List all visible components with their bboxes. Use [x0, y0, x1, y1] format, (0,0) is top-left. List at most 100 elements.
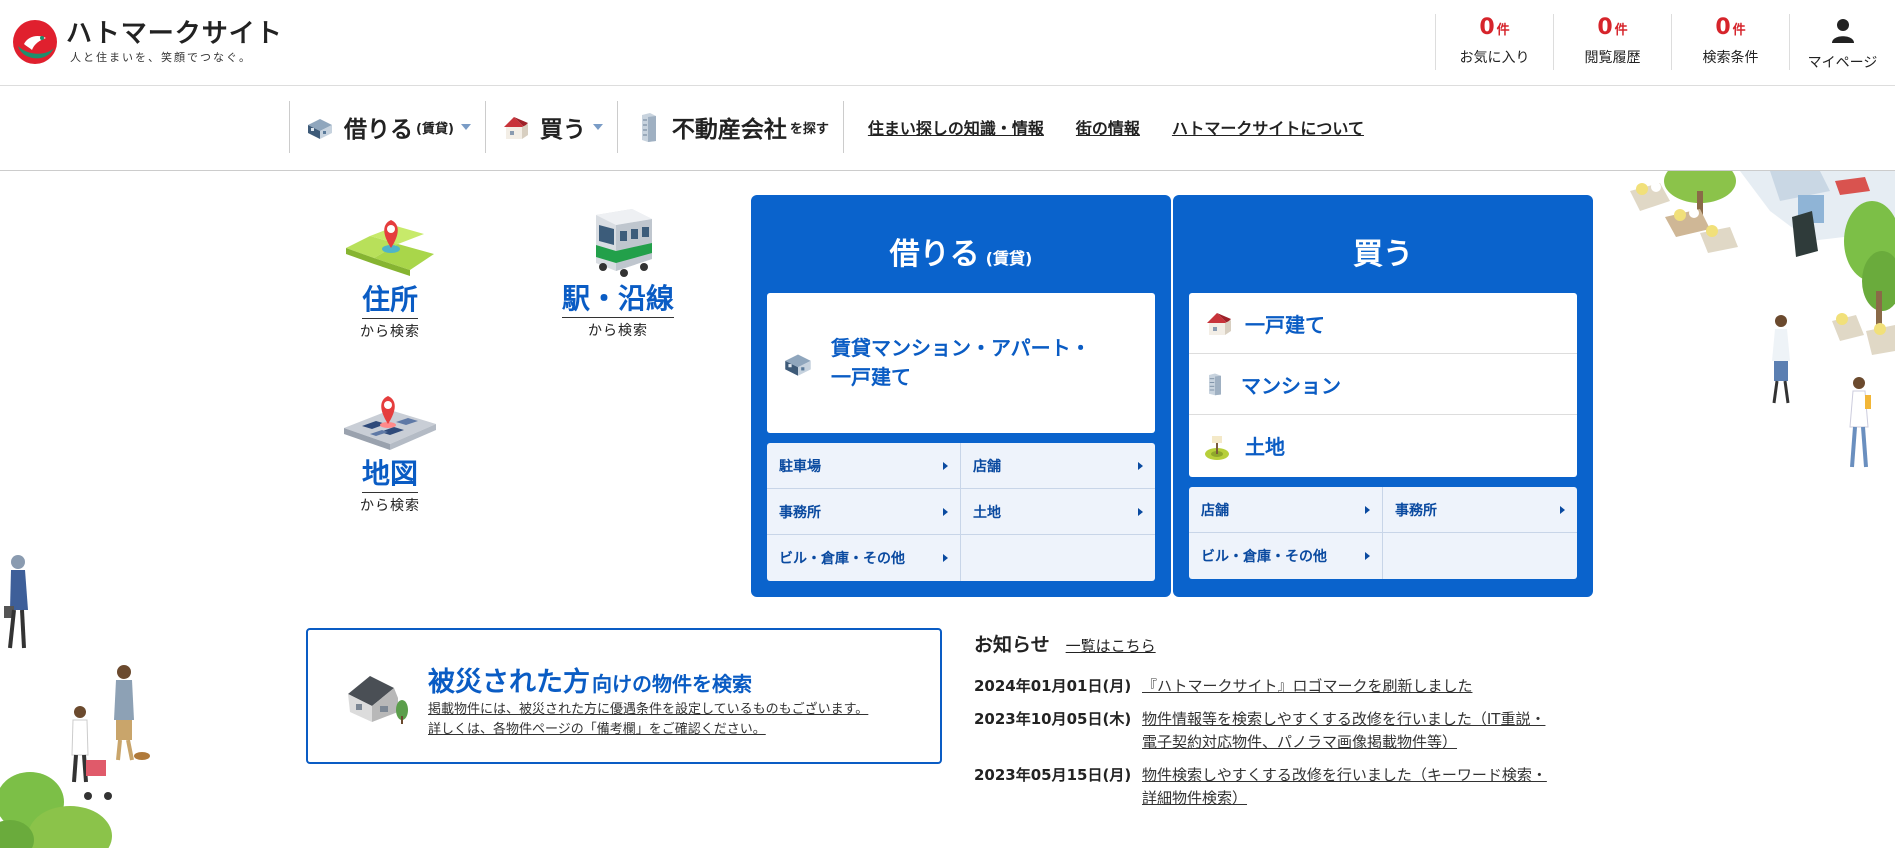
nav-rent-sub: (賃貸) — [416, 121, 454, 137]
buy-land-label: 土地 — [1245, 435, 1285, 459]
search-by-address[interactable]: 住所 から検索 — [330, 208, 450, 341]
news-item: 2023年05月15日(月) 物件検索しやすくする改修を行いました（キーワード検… — [974, 764, 1594, 810]
rent-panel-title-text: 借りる — [889, 237, 980, 272]
rent-office-link[interactable]: 事務所 — [767, 489, 961, 535]
map-search-sub: から検索 — [360, 498, 420, 514]
buy-office-link[interactable]: 事務所 — [1383, 487, 1577, 533]
train-icon — [596, 209, 652, 277]
buy-store-label: 店舗 — [1201, 502, 1229, 519]
arrow-right-icon — [943, 461, 948, 470]
site-header: ハトマークサイト 人と住まいを、笑顔でつなぐ。 0件 お気に入り 0件 閲覧履歴… — [0, 0, 1895, 86]
news-date: 2024年01月01日(月) — [974, 677, 1132, 695]
news-all-link[interactable]: 一覧はこちら — [1066, 635, 1156, 656]
map-pin-icon — [344, 396, 436, 450]
nav-text-links: 住まい探しの知識・情報 街の情報 ハトマークサイトについて — [868, 115, 1396, 139]
search-by-station[interactable]: 駅・沿線 から検索 — [556, 205, 680, 340]
station-search-label: 駅・沿線 — [561, 281, 674, 318]
buy-land-link[interactable]: 土地 — [1189, 415, 1577, 476]
buy-building-other-label: ビル・倉庫・その他 — [1201, 549, 1327, 565]
disaster-title: 被災された方 向けの物件を検索 — [428, 660, 752, 699]
disaster-desc-line1: 掲載物件には、被災された方に優遇条件を設定しているものもございます。 — [428, 702, 869, 717]
saved-search-label: 検索条件 — [1702, 50, 1759, 66]
rent-land-link[interactable]: 土地 — [961, 489, 1155, 535]
disaster-search-banner[interactable]: 被災された方 向けの物件を検索 掲載物件には、被災された方に優遇条件を設定している… — [306, 628, 942, 764]
hatomark-logo-icon — [13, 20, 57, 64]
nav-rent-label: 借りる — [344, 117, 413, 143]
saved-search-count: 0 — [1715, 15, 1731, 40]
rent-residential-line1: 賃貸マンション・アパート・ — [831, 336, 1091, 360]
address-search-sub: から検索 — [360, 324, 420, 340]
search-by-map[interactable]: 地図 から検索 — [330, 382, 450, 515]
disaster-description: 掲載物件には、被災された方に優遇条件を設定しているものもございます。 詳しくは、… — [428, 700, 868, 740]
buy-mansion-label: マンション — [1241, 373, 1341, 398]
buy-office-label: 事務所 — [1395, 502, 1437, 519]
station-search-sub: から検索 — [588, 323, 648, 339]
rent-residential-line2: 一戸建て — [831, 365, 911, 389]
count-unit: 件 — [1496, 23, 1510, 38]
chevron-down-icon — [592, 124, 603, 130]
rent-parking-label: 駐車場 — [779, 458, 821, 475]
street-illustration — [1630, 171, 1895, 468]
house-icon — [503, 117, 528, 139]
buy-house-label: 一戸建て — [1245, 312, 1325, 337]
favorites-counter[interactable]: 0件 お気に入り — [1435, 14, 1553, 70]
address-search-label: 住所 — [361, 282, 418, 319]
nav-company-search[interactable]: 不動産会社 を探す — [616, 101, 844, 153]
count-unit: 件 — [1732, 23, 1746, 38]
news-date: 2023年05月15日(月) — [974, 766, 1132, 784]
count-unit: 件 — [1614, 23, 1628, 38]
news-text-line1: 『ハトマークサイト』ロゴマークを刷新しました — [1142, 677, 1473, 695]
favorites-count: 0 — [1479, 15, 1495, 40]
buy-main-list: 一戸建て マンション 土地 — [1189, 293, 1577, 477]
disaster-desc-line2: 詳しくは、各物件ページの「備考欄」をご確認ください。 — [428, 722, 766, 737]
buy-store-link[interactable]: 店舗 — [1189, 487, 1383, 533]
favorites-label: お気に入り — [1459, 50, 1530, 66]
mypage-label: マイページ — [1807, 55, 1878, 71]
address-pin-map-icon — [346, 220, 434, 276]
news-text-line1: 物件検索しやすくする改修を行いました（キーワード検索・ — [1142, 766, 1547, 784]
buy-house-link[interactable]: 一戸建て — [1189, 293, 1577, 354]
nav-link-town-info[interactable]: 街の情報 — [1076, 115, 1140, 139]
site-logo[interactable]: ハトマークサイト 人と住まいを、笑顔でつなぐ。 — [12, 18, 283, 66]
rent-parking-link[interactable]: 駐車場 — [767, 443, 961, 489]
rent-panel: 借りる (賃貸) 賃貸マンション・アパート・ 一戸建て 駐車場 店舗 事務所 土地… — [751, 195, 1171, 597]
news-link[interactable]: 物件情報等を検索しやすくする改修を行いました（IT重説・ 電子契約対応物件、パノ… — [1142, 708, 1545, 754]
arrow-right-icon — [1560, 505, 1565, 514]
arrow-right-icon — [1138, 507, 1143, 516]
rent-building-other-link[interactable]: ビル・倉庫・その他 — [767, 535, 961, 581]
rent-land-label: 土地 — [973, 504, 1001, 521]
rent-office-label: 事務所 — [779, 504, 821, 521]
office-building-icon — [1209, 373, 1221, 396]
disaster-title-main: 被災された方 — [428, 667, 590, 698]
apartment-icon — [785, 354, 811, 376]
rent-store-link[interactable]: 店舗 — [961, 443, 1155, 489]
rent-empty-cell — [961, 535, 1155, 581]
news-link[interactable]: 物件検索しやすくする改修を行いました（キーワード検索・ 詳細物件検索） — [1142, 764, 1547, 810]
buy-panel-title: 買う — [1353, 237, 1413, 272]
header-counters: 0件 お気に入り 0件 閲覧履歴 0件 検索条件 マイページ — [1435, 14, 1895, 71]
nav-buy-menu[interactable]: 買う — [484, 101, 617, 153]
rent-residential-button[interactable]: 賃貸マンション・アパート・ 一戸建て — [767, 293, 1155, 433]
news-item: 2024年01月01日(月) 『ハトマークサイト』ロゴマークを刷新しました — [974, 675, 1594, 698]
nav-link-knowledge[interactable]: 住まい探しの知識・情報 — [868, 115, 1044, 139]
nav-rent-menu[interactable]: 借りる (賃貸) — [289, 101, 485, 153]
news-text-line1: 物件情報等を検索しやすくする改修を行いました（IT重説・ — [1142, 710, 1546, 728]
buy-panel: 買う 一戸建て マンション 土地 店舗 事務所 ビル・倉庫・その他 — [1173, 195, 1593, 597]
mypage-button[interactable]: マイページ — [1789, 14, 1895, 71]
rent-panel-title-sub: (賃貸) — [985, 249, 1033, 268]
map-search-label: 地図 — [361, 456, 418, 493]
nav-buy-label: 買う — [539, 117, 586, 143]
nav-link-about[interactable]: ハトマークサイトについて — [1172, 115, 1364, 139]
rent-sub-categories: 駐車場 店舗 事務所 土地 ビル・倉庫・その他 — [767, 443, 1155, 581]
news-title: お知らせ — [974, 634, 1050, 656]
news-link[interactable]: 『ハトマークサイト』ロゴマークを刷新しました — [1142, 675, 1472, 698]
arrow-right-icon — [1138, 461, 1143, 470]
user-icon — [1831, 19, 1854, 43]
saved-search-counter[interactable]: 0件 検索条件 — [1671, 14, 1789, 70]
buy-mansion-link[interactable]: マンション — [1189, 354, 1577, 415]
arrow-right-icon — [943, 554, 948, 562]
buy-sub-categories: 店舗 事務所 ビル・倉庫・その他 — [1189, 487, 1577, 579]
buy-building-other-link[interactable]: ビル・倉庫・その他 — [1189, 533, 1383, 579]
news-section: お知らせ 一覧はこちら 2024年01月01日(月) 『ハトマークサイト』ロゴマ… — [974, 630, 1594, 810]
history-counter[interactable]: 0件 閲覧履歴 — [1553, 14, 1671, 70]
